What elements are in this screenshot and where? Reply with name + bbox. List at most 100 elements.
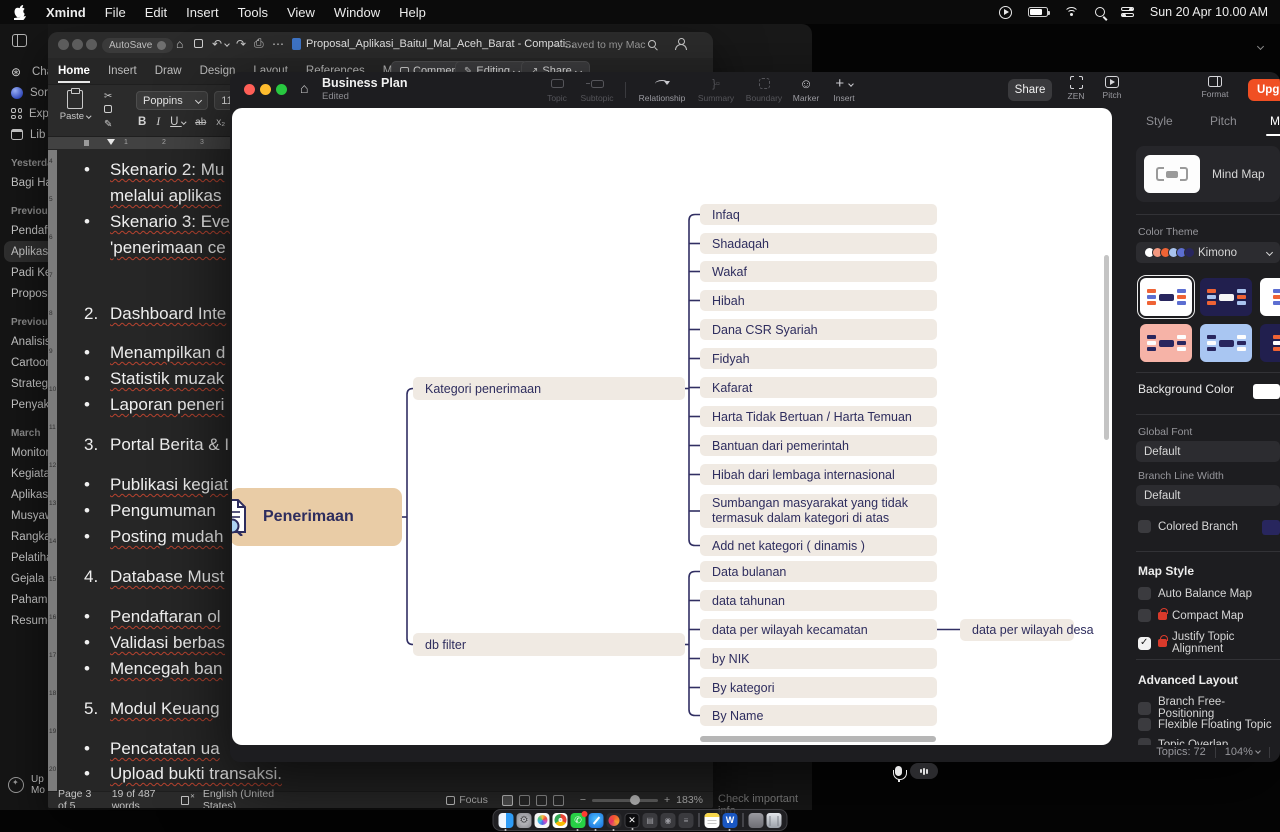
paste-button[interactable]: Paste [58,90,92,122]
topic-sumbangan-masyarakat[interactable]: Sumbangan masyarakat yang tidak termasuk… [700,494,937,528]
subtopic-button[interactable]: Subtopic [577,76,617,103]
chat-item[interactable]: Rangkai [0,526,48,547]
panel-tab-style[interactable]: Style [1146,114,1173,128]
search-icon[interactable] [648,40,656,48]
topic-fidyah[interactable]: Fidyah [700,348,937,369]
compact-map-checkbox[interactable]: Compact Map [1138,609,1244,622]
boundary-button[interactable]: Boundary [740,76,788,103]
topic-add-net-kategori[interactable]: Add net kategori ( dinamis ) [700,535,937,556]
italic-button[interactable]: I [156,116,160,128]
menu-edit[interactable]: Edit [145,5,167,20]
mindmap-canvas[interactable]: Penerimaan Kategori penerimaan db filter… [232,108,1112,745]
proofing-icon[interactable] [181,796,189,805]
zoom-control[interactable]: − + 183% [580,794,703,806]
dock-archive-utility[interactable] [749,813,764,828]
theme-thumbnail[interactable] [1260,324,1280,362]
cut-icon[interactable]: ✂ [104,91,112,102]
chat-item[interactable]: Analisis [0,331,48,352]
tab-home[interactable]: Home [58,65,90,83]
chatgpt-nav-explore[interactable]: Exp [0,103,48,124]
structure-card[interactable]: Mind Map [1136,146,1280,202]
menu-window[interactable]: Window [334,5,380,20]
spotlight-icon[interactable] [1095,7,1105,17]
menu-tools[interactable]: Tools [238,5,268,20]
chat-item[interactable]: Cartoon [0,352,48,373]
topic-shadaqah[interactable]: Shadaqah [700,233,937,254]
theme-thumbnail[interactable] [1140,324,1192,362]
home-icon[interactable]: ⌂ [176,38,183,51]
chat-item[interactable]: Pelatiha [0,547,48,568]
format-button[interactable]: Format [1196,76,1234,99]
background-color-swatch[interactable] [1253,384,1280,399]
tab-draw[interactable]: Draw [155,65,182,77]
dictation-level-pill[interactable] [910,763,938,779]
save-icon[interactable] [194,38,203,51]
topic-kategori-penerimaan[interactable]: Kategori penerimaan [413,377,685,400]
chat-item[interactable]: Pendafta [0,220,48,241]
menu-clock[interactable]: Sun 20 Apr 10.00 AM [1150,5,1268,19]
topic-by-kategori[interactable]: By kategori [700,677,937,698]
chat-item[interactable]: Strategi [0,373,48,394]
topic-wakaf[interactable]: Wakaf [700,261,937,282]
topic-hibah-internasional[interactable]: Hibah dari lembaga internasional [700,464,937,485]
topic-by-name[interactable]: By Name [700,705,937,726]
branch-width-select[interactable]: Default [1136,485,1280,506]
topic-harta-tidak-bertuan[interactable]: Harta Tidak Bertuan / Harta Temuan [700,406,937,427]
topic-data-kecamatan[interactable]: data per wilayah kecamatan [700,619,937,640]
dock-finder[interactable] [499,813,514,828]
sidebar-toggle-icon[interactable] [12,34,27,47]
copy-icon[interactable] [104,105,112,116]
topic-data-tahunan[interactable]: data tahunan [700,590,937,611]
zoom-in-button[interactable]: + [664,794,670,806]
view-switcher[interactable] [502,795,564,806]
page-indicator[interactable]: Page 3 of 5 [58,788,98,808]
chatgpt-nav-sora[interactable]: Sor [0,82,48,103]
more-tools-icon[interactable]: ⋯ [272,38,284,51]
dock-word[interactable]: W [723,813,738,828]
topic-bantuan-pemerintah[interactable]: Bantuan dari pemerintah [700,435,937,456]
theme-thumbnail[interactable] [1200,324,1252,362]
focus-button[interactable]: Focus [446,794,488,806]
dock-chrome[interactable] [553,813,568,828]
pitch-button[interactable]: Pitch [1093,76,1131,100]
upgrade-button[interactable]: Upgrade [1248,79,1280,101]
zoom-slider-thumb[interactable] [630,795,640,805]
global-font-select[interactable]: Default [1136,441,1280,462]
topic-overlap-checkbox[interactable]: Topic Overlap [1138,738,1228,745]
dock-notes[interactable] [705,813,720,828]
insert-button[interactable]: + Insert [824,76,864,103]
chat-item[interactable]: Musyaw [0,505,48,526]
dock-system-settings[interactable]: ⚙ [517,813,532,828]
relationship-button[interactable]: Relationship [632,76,692,103]
dock-safari[interactable] [589,813,604,828]
topic-button[interactable]: Topic [537,76,577,103]
theme-thumbnail-selected[interactable] [1140,278,1192,316]
upgrade-plan-button[interactable]: UpMo [8,774,45,796]
dock-trash[interactable] [767,813,782,828]
share-button[interactable]: Share [1008,79,1052,101]
color-theme-select[interactable]: Kimono [1136,242,1280,263]
format-painter-icon[interactable]: ✎ [104,119,112,130]
chat-item[interactable]: Paham A [0,589,48,610]
word-count[interactable]: 19 of 487 words [112,788,167,808]
autosave-toggle[interactable]: AutoSave [102,38,173,53]
zoom-slider[interactable] [592,799,658,802]
chat-item[interactable]: Bagi Has [0,172,48,193]
auto-balance-checkbox[interactable]: Auto Balance Map [1138,587,1252,600]
screen-record-icon[interactable] [999,6,1012,19]
underline-button[interactable]: U [170,116,185,128]
zoom-out-button[interactable]: − [580,794,586,806]
chat-item[interactable]: Aplikasi [0,484,48,505]
topic-infaq[interactable]: Infaq [700,204,937,225]
apple-menu-icon[interactable] [14,5,27,20]
wifi-icon[interactable] [1064,7,1079,18]
minimize-button[interactable] [260,84,271,95]
chat-item[interactable]: Gejala [0,568,48,589]
control-center-icon[interactable] [1121,7,1134,18]
horizontal-scrollbar[interactable] [700,736,936,742]
chatgpt-nav-library[interactable]: Lib [0,124,48,145]
topic-kafarat[interactable]: Kafarat [700,377,937,398]
chat-item[interactable]: Resume [0,610,48,631]
dictation-widget[interactable] [895,763,938,779]
theme-thumbnail[interactable] [1260,278,1280,316]
